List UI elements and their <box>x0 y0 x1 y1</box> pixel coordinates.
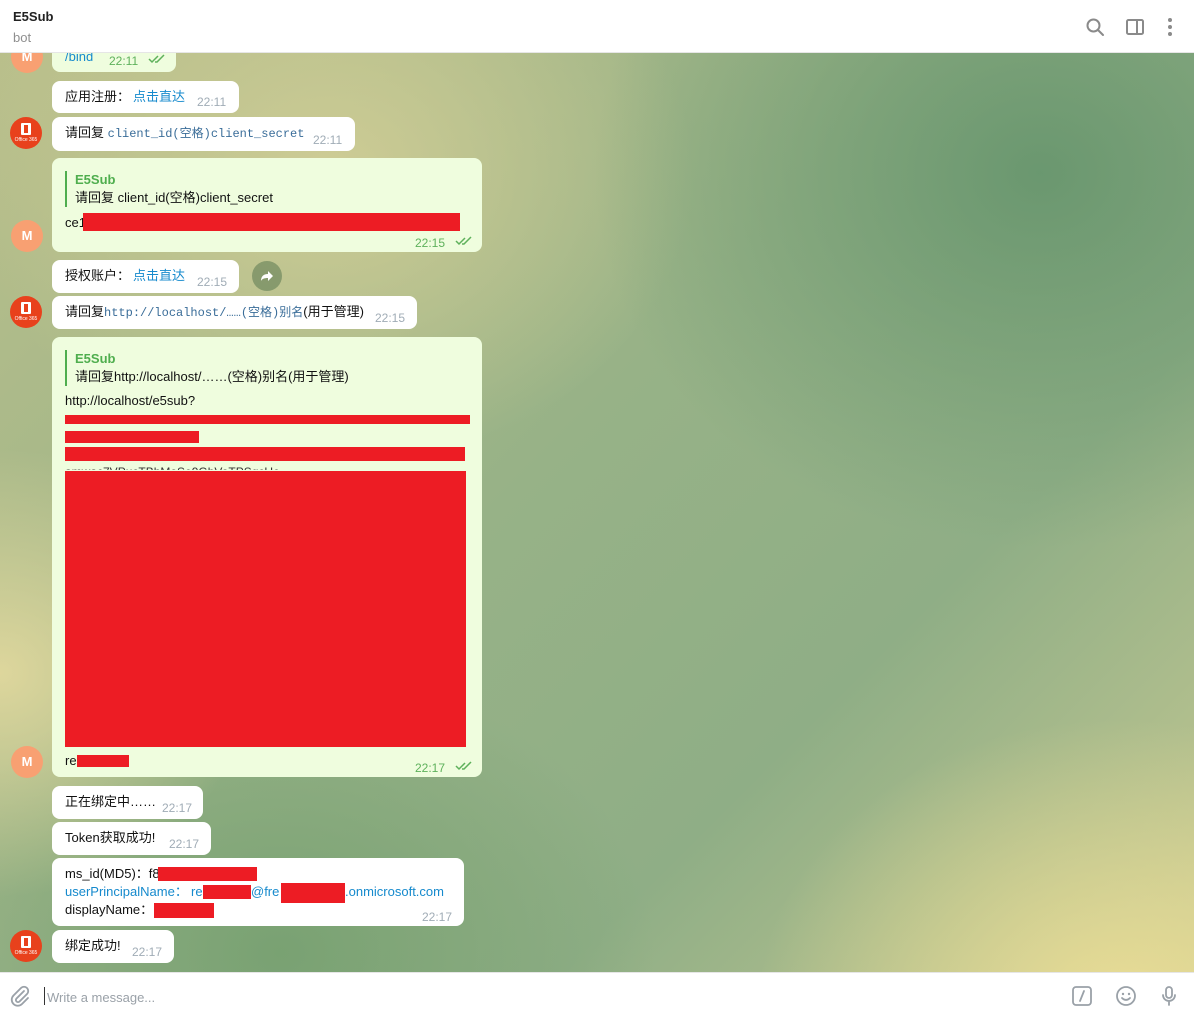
ms-id-label: ms_id(MD5)：f8 <box>65 866 160 881</box>
sidebar-icon[interactable] <box>1123 15 1147 39</box>
office365-bot-avatar[interactable]: Office 365 <box>10 930 42 962</box>
message-account-info[interactable]: ms_id(MD5)：f8 userPrincipalName： re @fre… <box>52 858 464 926</box>
microphone-icon[interactable] <box>1157 984 1181 1008</box>
redaction-block <box>65 471 466 747</box>
message-text: 请回复 client_id(空格)client_secret <box>65 124 304 143</box>
authorize-label: 授权账户： <box>65 268 131 283</box>
forward-icon[interactable] <box>252 261 282 291</box>
message-time: 22:15 <box>375 311 406 325</box>
redaction-block <box>83 213 460 231</box>
message-time: 22:11 <box>109 54 139 68</box>
redaction-block <box>65 447 465 461</box>
upn-domain[interactable]: .onmicrosoft.com <box>345 883 444 901</box>
message-time: 22:17 <box>162 801 193 815</box>
code-snippet[interactable]: http://localhost/……(空格)别名 <box>104 306 303 320</box>
bot-avatar-caption: Office 365 <box>14 316 38 322</box>
message-suffix: (用于管理) <box>303 304 364 319</box>
message-authorize-account[interactable]: 授权账户： 点击直达 22:15 <box>52 260 239 293</box>
paperclip-icon[interactable] <box>8 984 32 1008</box>
read-ticks-icon <box>455 236 472 246</box>
upn-prefix[interactable]: re <box>191 883 203 901</box>
bot-avatar-caption: Office 365 <box>14 950 38 956</box>
message-prefix: 请回复 <box>65 125 108 140</box>
message-input[interactable] <box>45 985 1029 1009</box>
chat-subtitle: bot <box>13 30 32 45</box>
office365-bot-avatar[interactable]: Office 365 <box>10 117 42 149</box>
message-request-callback-url[interactable]: 请回复http://localhost/……(空格)别名(用于管理) 22:15 <box>52 296 417 329</box>
message-time: 22:17 <box>422 910 453 924</box>
message-text: Token获取成功! <box>65 830 156 845</box>
redaction-block <box>154 903 214 918</box>
redaction-block <box>77 755 129 767</box>
display-name-label: displayName： <box>65 902 154 917</box>
bot-avatar-caption: Office 365 <box>14 137 38 143</box>
message-time: 22:17 <box>415 761 446 775</box>
redaction-block <box>158 867 257 881</box>
reply-quote[interactable]: E5Sub 请回复http://localhost/……(空格)别名(用于管理) <box>65 350 475 386</box>
message-time: 22:17 <box>169 837 200 851</box>
bind-command-link[interactable]: /bind <box>65 53 93 66</box>
user-avatar[interactable]: M <box>11 53 43 73</box>
redaction-block <box>281 883 345 903</box>
user-avatar[interactable]: M <box>11 746 43 778</box>
authorize-link[interactable]: 点击直达 <box>133 267 185 285</box>
message-token-success[interactable]: Token获取成功! 22:17 <box>52 822 211 855</box>
upn-label[interactable]: userPrincipalName： <box>65 883 188 901</box>
search-icon[interactable] <box>1083 15 1107 39</box>
message-time: 22:15 <box>197 275 228 289</box>
app-register-label: 应用注册： <box>65 89 131 104</box>
message-bind-success[interactable]: 绑定成功! 22:17 <box>52 930 174 963</box>
read-ticks-icon <box>148 54 165 64</box>
message-text: 绑定成功! <box>65 938 121 953</box>
redaction-block <box>65 431 199 443</box>
message-text: re <box>65 753 77 768</box>
message-text: 正在绑定中…… <box>65 794 157 809</box>
emoji-icon[interactable] <box>1114 984 1138 1008</box>
quote-text: 请回复 client_id(空格)client_secret <box>75 190 273 205</box>
quote-author: E5Sub <box>75 172 116 187</box>
message-time: 22:15 <box>415 236 446 250</box>
message-url-line[interactable]: http://localhost/e5sub? <box>65 392 195 410</box>
message-list[interactable]: /bind 22:11 M 应用注册： 点击直达 22:11 请回复 clien… <box>0 53 1194 972</box>
message-bind-command[interactable]: /bind 22:11 <box>52 53 176 72</box>
message-reply-callback-url[interactable]: E5Sub 请回复http://localhost/……(空格)别名(用于管理)… <box>52 337 482 777</box>
message-composer <box>0 972 1194 1019</box>
app-register-link[interactable]: 点击直达 <box>133 88 185 106</box>
message-time: 22:11 <box>197 95 227 109</box>
chat-header: E5Sub bot <box>0 0 1194 53</box>
partial-url-line: amwac7VPucTBhMoSe9GbVoTPSgcUe <box>65 463 280 470</box>
message-request-client-id[interactable]: 请回复 client_id(空格)client_secret 22:11 <box>52 117 355 151</box>
chat-title[interactable]: E5Sub <box>13 9 53 24</box>
quote-author: E5Sub <box>75 351 116 366</box>
code-snippet[interactable]: client_id(空格)client_secret <box>108 127 305 141</box>
message-binding-progress[interactable]: 正在绑定中…… 22:17 <box>52 786 203 819</box>
slash-command-icon[interactable] <box>1070 984 1094 1008</box>
message-prefix: 请回复 <box>65 304 105 319</box>
more-vertical-icon[interactable] <box>1158 15 1182 39</box>
message-time: 22:11 <box>313 133 343 147</box>
upn-middle[interactable]: @fre <box>251 883 279 901</box>
redaction-block <box>203 885 251 899</box>
message-time: 22:17 <box>132 945 163 959</box>
message-reply-client-secret[interactable]: E5Sub 请回复 client_id(空格)client_secret ce1… <box>52 158 482 252</box>
quote-text: 请回复http://localhost/……(空格)别名(用于管理) <box>75 369 349 384</box>
reply-quote[interactable]: E5Sub 请回复 client_id(空格)client_secret <box>65 171 475 207</box>
read-ticks-icon <box>455 761 472 771</box>
redaction-block <box>65 415 470 424</box>
user-avatar[interactable]: M <box>11 220 43 252</box>
message-app-register[interactable]: 应用注册： 点击直达 22:11 <box>52 81 239 113</box>
office365-bot-avatar[interactable]: Office 365 <box>10 296 42 328</box>
message-text: 请回复http://localhost/……(空格)别名(用于管理) <box>65 303 364 322</box>
